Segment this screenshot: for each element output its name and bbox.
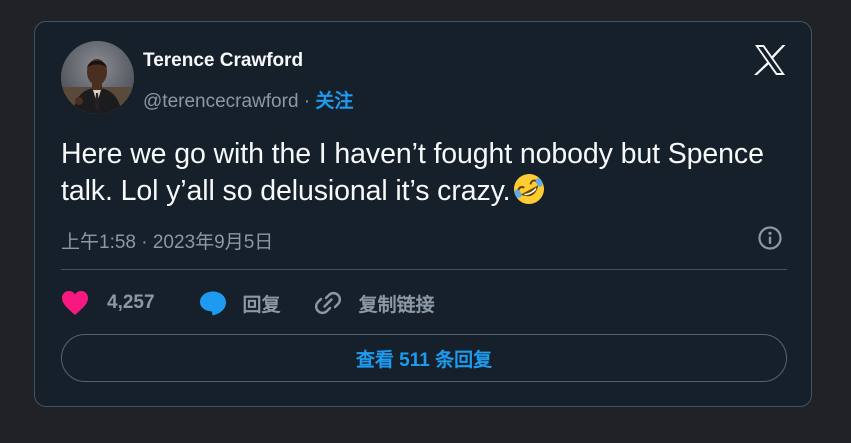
action-bar: 4,257 回复 复制链接 bbox=[61, 288, 435, 318]
author-handle-row: @terencecrawford · 关注 bbox=[143, 86, 353, 113]
x-logo-icon[interactable] bbox=[753, 44, 787, 76]
reply-bubble-icon bbox=[199, 291, 226, 315]
handle-separator: · bbox=[298, 91, 316, 112]
tweet-timestamp[interactable]: 上午1:58 · 2023年9月5日 bbox=[61, 227, 273, 254]
embedded-tweet-card: Terence Crawford @terencecrawford · 关注 H… bbox=[34, 21, 812, 407]
author-handle[interactable]: @terencecrawford bbox=[143, 91, 299, 112]
tweet-body: Here we go with the I haven’t fought nob… bbox=[61, 138, 764, 207]
like-button[interactable]: 4,257 bbox=[61, 290, 155, 316]
copy-link-button[interactable]: 复制链接 bbox=[314, 290, 435, 317]
reply-button[interactable]: 回复 bbox=[199, 290, 281, 317]
tweet-text: Here we go with the I haven’t fought nob… bbox=[61, 136, 771, 215]
rofl-emoji-icon bbox=[512, 172, 546, 215]
view-replies-button[interactable]: 查看 511 条回复 bbox=[61, 334, 787, 382]
info-icon[interactable] bbox=[757, 225, 783, 251]
author-name[interactable]: Terence Crawford bbox=[143, 50, 303, 72]
divider bbox=[61, 269, 787, 270]
view-replies-label: 查看 511 条回复 bbox=[355, 349, 493, 371]
reply-label: 回复 bbox=[242, 294, 281, 316]
copy-link-label: 复制链接 bbox=[358, 294, 435, 316]
link-icon bbox=[314, 291, 341, 315]
like-count: 4,257 bbox=[107, 292, 155, 313]
follow-button[interactable]: 关注 bbox=[315, 91, 353, 112]
heart-icon bbox=[62, 291, 88, 315]
author-avatar[interactable] bbox=[61, 41, 134, 114]
